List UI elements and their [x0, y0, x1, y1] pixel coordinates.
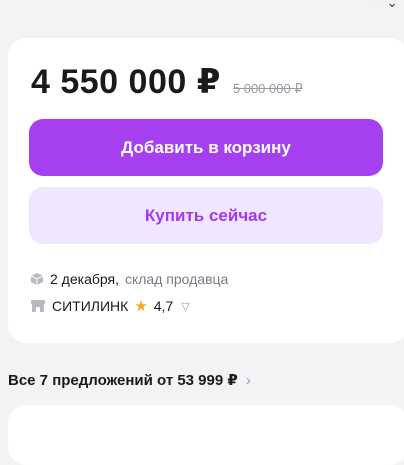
delivery-source[interactable]: склад продавца: [125, 271, 228, 287]
old-price: 5 000 000 ₽: [232, 81, 303, 96]
seller-info[interactable]: СИТИЛИНК ★ 4,7 ▽: [30, 297, 190, 315]
all-offers-label: Все 7 предложений от 53 999 ₽: [8, 372, 238, 389]
current-price: 4 550 000 ₽: [31, 63, 221, 101]
chevron-right-icon: ›: [245, 371, 251, 389]
buy-now-button[interactable]: Купить сейчас: [29, 187, 383, 244]
all-offers-link[interactable]: Все 7 предложений от 53 999 ₽ ›: [8, 371, 251, 390]
buy-box-card: 4 550 000 ₽ 5 000 000 ₽ Добавить в корзи…: [8, 38, 404, 343]
price-row: 4 550 000 ₽ 5 000 000 ₽: [31, 62, 303, 102]
delivery-info: 2 декабря, склад продавца: [30, 271, 228, 287]
chevron-down-icon[interactable]: ▽: [181, 300, 189, 313]
next-card: [8, 405, 404, 465]
star-icon: ★: [134, 298, 148, 315]
top-edge-icons: ⌃ ⌄: [370, 0, 398, 10]
add-to-cart-button[interactable]: Добавить в корзину: [29, 119, 383, 176]
seller-rating: 4,7: [153, 298, 174, 314]
seller-name[interactable]: СИТИЛИНК: [52, 298, 128, 314]
delivery-date: 2 декабря,: [50, 271, 119, 287]
shop-icon: [30, 299, 46, 313]
box-icon: [30, 272, 44, 286]
